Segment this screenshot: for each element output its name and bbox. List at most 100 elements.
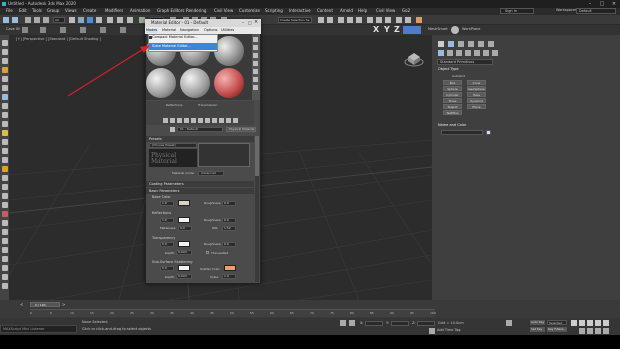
me-scrollbar[interactable] [255, 136, 259, 282]
signin-box[interactable]: Sign In [500, 8, 534, 14]
motion-tab-icon[interactable] [468, 41, 474, 47]
menu-edit[interactable]: Edit [19, 9, 27, 13]
menu-go2[interactable]: Go2 [402, 9, 410, 13]
align-icon[interactable] [327, 17, 333, 23]
auto-key-button[interactable]: Auto Key [530, 320, 545, 325]
assign-material-icon[interactable] [177, 118, 182, 123]
geometry-icon[interactable] [438, 50, 444, 56]
uv-tiling-icon[interactable] [253, 61, 258, 66]
key-icon[interactable] [506, 320, 512, 326]
left-tool-icon[interactable] [1, 202, 8, 208]
autogrid-checkbox[interactable]: AutoGrid [452, 75, 465, 78]
select-rotate-icon[interactable] [117, 17, 123, 23]
object-type-header[interactable]: Object Type [438, 67, 459, 72]
create-selection-set-dropdown[interactable]: Create Selection Se [278, 17, 312, 23]
left-tool-icon[interactable] [1, 76, 8, 82]
ribbon-icon-5[interactable] [100, 27, 106, 33]
key-filters-button[interactable]: Key Filters... [547, 327, 567, 332]
sample-type-icon[interactable] [253, 37, 258, 42]
axis-z-label[interactable]: Z [394, 26, 400, 34]
goto-end-icon[interactable] [603, 320, 609, 326]
trans-color-swatch[interactable] [178, 241, 190, 247]
material-type-button[interactable]: Physical Material [226, 127, 256, 132]
ribbon-icon-2[interactable] [40, 27, 46, 33]
x-coord-field[interactable] [365, 321, 383, 326]
left-tool-icon[interactable] [1, 238, 8, 244]
me-options-icon[interactable] [253, 85, 258, 90]
primitives-dropdown[interactable]: Standard Primitives [437, 59, 493, 65]
workplane-label[interactable]: WorkPlane [462, 27, 480, 32]
prev-key-icon[interactable] [579, 320, 585, 326]
me-menu-options[interactable]: Options [204, 28, 218, 33]
render-setup-icon[interactable] [385, 17, 391, 23]
shapes-icon[interactable] [447, 50, 453, 56]
rect-selection-icon[interactable] [87, 17, 93, 23]
primitive-button-textplus[interactable]: TextPlus [443, 110, 462, 115]
viewcube-icon[interactable] [404, 50, 424, 68]
left-tool-icon[interactable] [1, 193, 8, 199]
menu-civil-view[interactable]: Civil View [214, 9, 233, 13]
left-tool-icon[interactable] [1, 85, 8, 91]
render-in-cloud-icon[interactable] [416, 17, 422, 23]
primitive-button-tube[interactable]: Tube [467, 92, 486, 97]
left-tool-icon[interactable] [1, 121, 8, 127]
next-key-icon[interactable] [595, 320, 601, 326]
left-tool-icon[interactable] [1, 94, 8, 100]
me-scroll-thumb[interactable] [255, 136, 259, 176]
material-editor-icon[interactable] [376, 17, 382, 23]
workplane-icon[interactable] [451, 26, 459, 34]
menu-modifiers[interactable]: Modifiers [105, 9, 123, 13]
sample-slot-3[interactable] [214, 36, 244, 66]
window-crossing-icon[interactable] [96, 17, 102, 23]
primitive-button-sphere[interactable]: Sphere [443, 86, 462, 91]
utilities-tab-icon[interactable] [488, 41, 494, 47]
left-tool-icon[interactable] [1, 130, 8, 136]
menu-arnold[interactable]: Arnold [340, 9, 353, 13]
reset-map-icon[interactable] [184, 118, 189, 123]
thin-walled-checkbox[interactable] [206, 251, 209, 254]
display-tab-icon[interactable] [478, 41, 484, 47]
left-tool-icon[interactable] [1, 184, 8, 190]
left-tool-icon[interactable] [1, 67, 8, 73]
selection-lock-icon[interactable] [349, 320, 355, 326]
left-tool-icon[interactable] [1, 211, 8, 217]
select-move-icon[interactable] [107, 17, 113, 23]
menu-tools[interactable]: Tools [32, 9, 42, 13]
cameras-icon[interactable] [465, 50, 471, 56]
add-time-tag[interactable]: Add Time Tag [437, 328, 461, 333]
redo-icon[interactable] [12, 17, 18, 23]
zoom-icon[interactable] [579, 328, 585, 334]
menu-help[interactable]: Help [358, 9, 367, 13]
left-tool-icon[interactable] [1, 166, 8, 172]
left-tool-icon[interactable] [1, 103, 8, 109]
maximize-button[interactable]: □ [597, 1, 607, 7]
menu-civil-view-2[interactable]: Civil View [376, 9, 395, 13]
time-tag-icon[interactable] [429, 328, 435, 334]
left-tool-icon[interactable] [1, 256, 8, 262]
show-end-result-icon[interactable] [219, 118, 224, 123]
me-maximize-button[interactable]: □ [248, 20, 253, 26]
next-frame-arrow-icon[interactable]: > [62, 302, 70, 307]
me-menu-modes[interactable]: Modes [146, 28, 158, 33]
menu-file[interactable]: File [6, 9, 13, 13]
me-minimize-button[interactable]: – [242, 20, 247, 26]
select-scale-icon[interactable] [127, 17, 133, 23]
menu-interactive[interactable]: Interactive [289, 9, 311, 13]
object-name-field[interactable] [441, 130, 483, 135]
me-menu-navigation[interactable]: Navigation [180, 28, 199, 33]
primitive-button-torus[interactable]: Torus [443, 98, 462, 103]
background-icon[interactable] [253, 53, 258, 58]
axis-y-label[interactable]: Y [384, 26, 390, 34]
scatter-color-swatch[interactable] [224, 265, 236, 271]
presets-rollout[interactable]: Presets [146, 136, 254, 142]
left-tool-icon[interactable] [1, 148, 8, 154]
z-coord-field[interactable] [417, 321, 435, 326]
preset-dropdown[interactable]: (Choose Preset) [149, 143, 197, 148]
schematic-view-icon[interactable] [367, 17, 373, 23]
play-icon[interactable] [587, 320, 593, 326]
trans-weight-field[interactable]: 0.0 [160, 242, 174, 247]
refl-color-swatch[interactable] [178, 217, 190, 223]
sss-depth-field[interactable]: 0.0cm [176, 274, 192, 279]
left-tool-icon[interactable] [1, 58, 8, 64]
undo-icon[interactable] [3, 17, 9, 23]
